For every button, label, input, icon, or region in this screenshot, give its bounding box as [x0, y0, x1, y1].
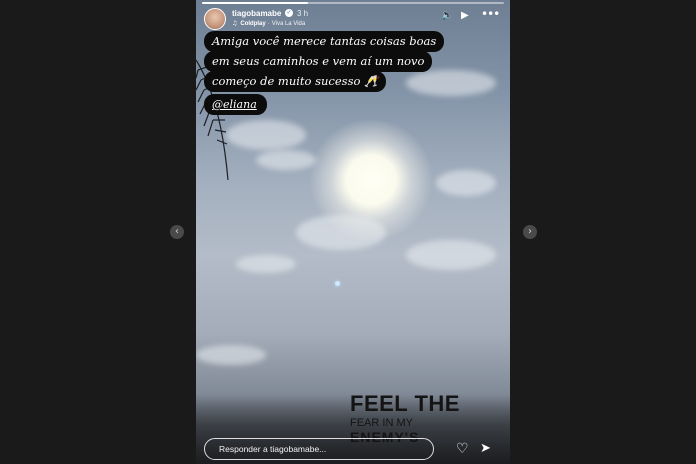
more-options-icon[interactable]: •••: [481, 7, 500, 21]
cloud: [436, 170, 496, 196]
speaker-icon[interactable]: 🔈: [441, 10, 453, 21]
sun: [306, 120, 436, 240]
story-viewer[interactable]: tiagobamabe ✓ 3 h ♫ Coldplay · Viva La Vida…: [196, 0, 510, 464]
caption-line: começo de muito sucesso 🥂: [204, 71, 387, 92]
overlay-title: FEEL THE: [350, 391, 460, 416]
caption-line: Amiga você merece tantas coisas boas: [204, 31, 445, 52]
story-caption: Amiga você merece tantas coisas boas em …: [204, 31, 476, 92]
send-icon[interactable]: ➤: [480, 441, 491, 456]
heart-icon[interactable]: ♡: [456, 441, 469, 457]
music-info[interactable]: ♫ Coldplay · Viva La Vida: [232, 20, 305, 27]
music-track: Viva La Vida: [271, 21, 306, 27]
overlay-line-2: FEAR IN MY: [350, 417, 413, 429]
story-progress-fill: [202, 2, 308, 4]
music-separator: ·: [267, 21, 270, 27]
reply-bar: ♡ ➤: [204, 438, 502, 462]
mention-sticker[interactable]: @eliana: [204, 94, 267, 115]
next-story-button[interactable]: ›: [523, 225, 537, 239]
time-ago: 3 h: [297, 9, 309, 18]
previous-story-button[interactable]: ‹: [170, 225, 184, 239]
cloud: [196, 345, 266, 365]
story-progress-bar: [202, 2, 504, 4]
username[interactable]: tiagobamabe: [232, 9, 281, 18]
music-artist: Coldplay: [240, 21, 266, 27]
reply-input[interactable]: [204, 438, 434, 460]
caption-line: em seus caminhos e vem aí um novo: [204, 51, 433, 72]
verified-badge-icon: ✓: [285, 9, 293, 17]
cloud: [406, 240, 496, 270]
light-dot: [335, 281, 340, 286]
cloud: [236, 255, 296, 273]
chevron-left-icon: ‹: [175, 226, 179, 237]
chevron-right-icon: ›: [528, 226, 532, 237]
play-icon[interactable]: ▶: [461, 10, 469, 21]
music-note-icon: ♫: [232, 20, 238, 27]
avatar[interactable]: [204, 8, 226, 30]
story-header: tiagobamabe ✓ 3 h ♫ Coldplay · Viva La Vida…: [204, 7, 504, 30]
